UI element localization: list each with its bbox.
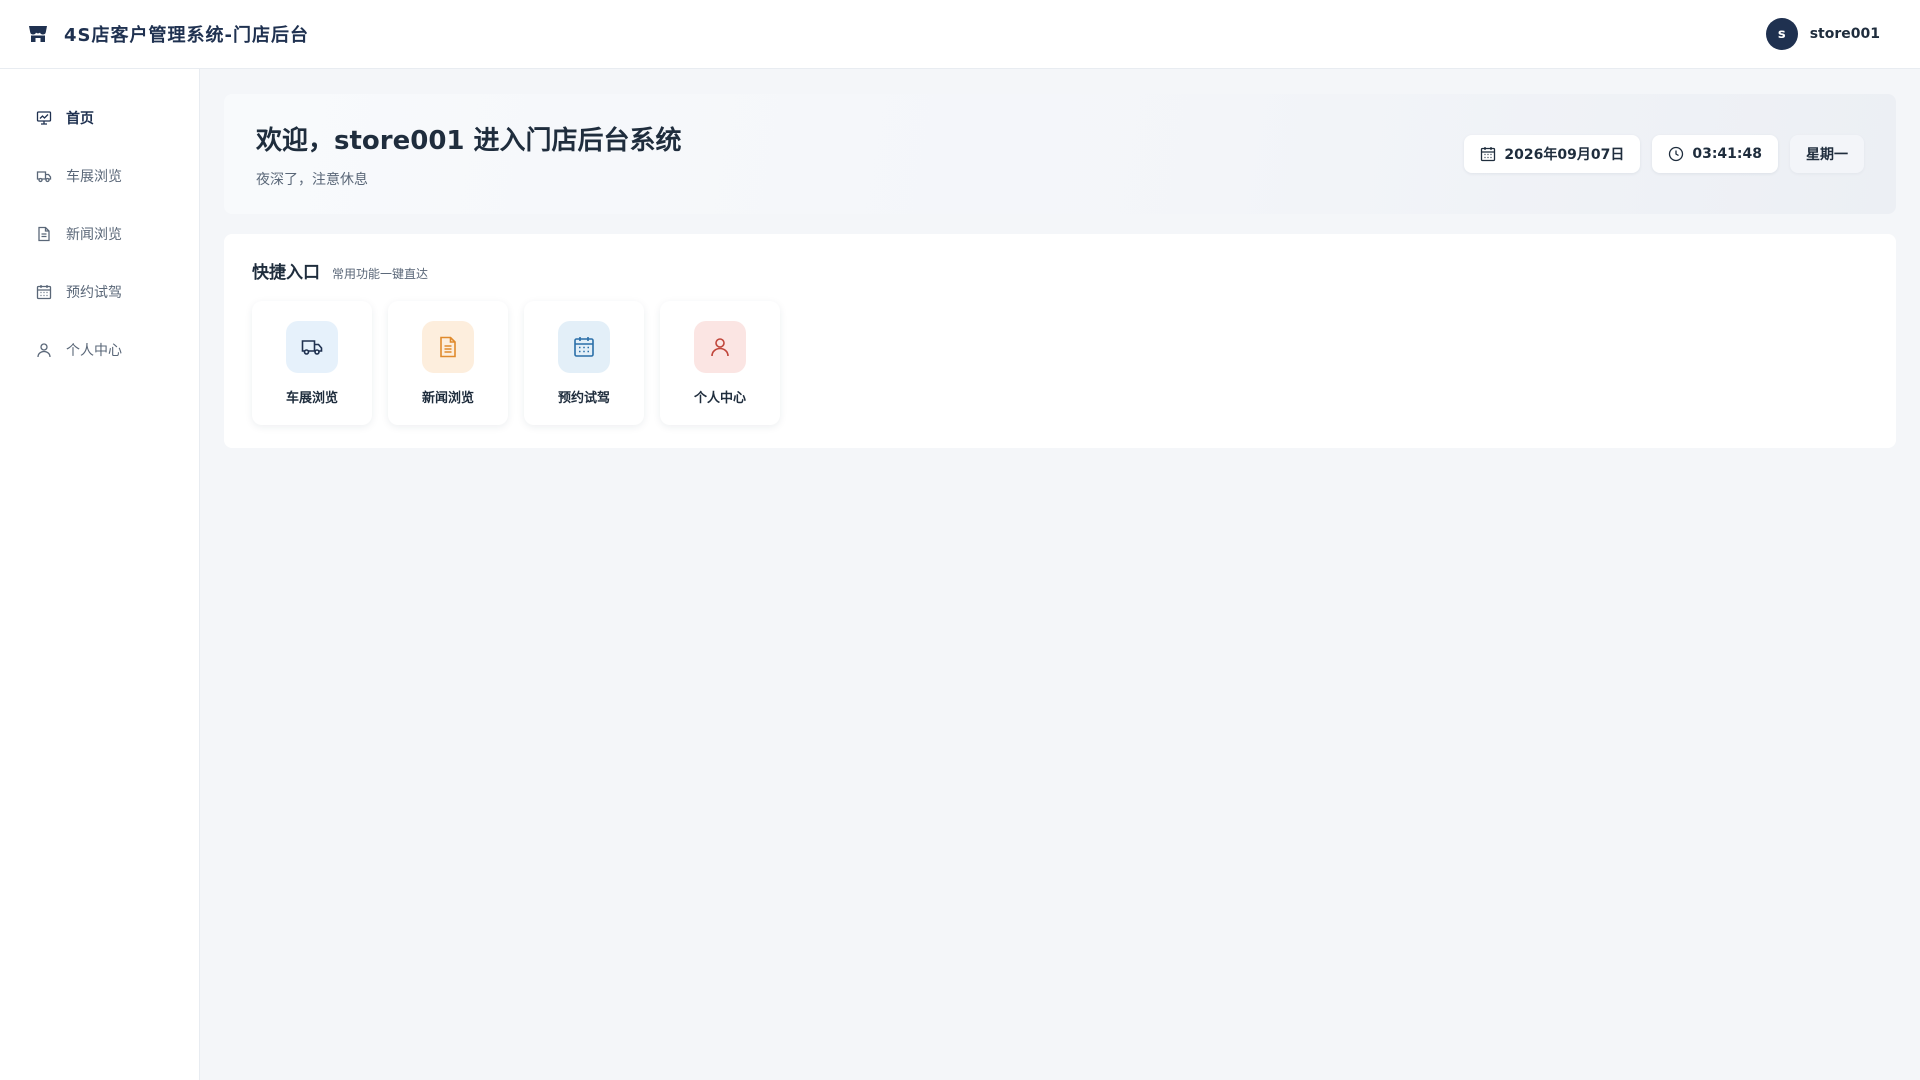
quick-access-title: 快捷入口 [252,263,320,283]
sidebar-item-label: 新闻浏览 [66,227,122,243]
top-bar: 4S店客户管理系统-门店后台 s store001 [0,0,1920,69]
quick-access-cards: 车展浏览 新闻浏览 预约试驾 个人中心 [252,301,1868,425]
quick-card-label: 预约试驾 [557,390,610,406]
date-text: 2026年09月07日 [1504,147,1625,163]
sidebar-item-label: 个人中心 [66,343,122,359]
sidebar-item-profile[interactable]: 个人中心 [0,321,199,379]
dashboard-icon [36,110,52,126]
sidebar-item-news[interactable]: 新闻浏览 [0,205,199,263]
quick-card-car-show[interactable]: 车展浏览 [252,301,372,425]
quick-card-test-drive[interactable]: 预约试驾 [524,301,644,425]
main-content: 欢迎，store001 进入门店后台系统 夜深了，注意休息 2026年09月07… [224,94,1896,448]
user-icon [694,320,746,373]
sidebar-item-label: 首页 [66,111,94,127]
store-icon [26,22,50,46]
document-icon [422,320,474,373]
username[interactable]: store001 [1810,26,1880,42]
datetime-chips: 2026年09月07日 03:41:48 星期一 [1464,135,1864,173]
date-chip: 2026年09月07日 [1464,135,1641,173]
quick-card-label: 个人中心 [693,390,746,406]
quick-access-subtitle: 常用功能一键直达 [332,267,429,281]
truck-icon [286,320,338,373]
calendar-icon [1480,146,1496,162]
user-menu[interactable]: s store001 [1765,18,1880,50]
truck-icon [36,168,52,184]
calendar-icon [36,284,52,300]
app-title: 4S店客户管理系统-门店后台 [64,25,309,46]
brand: 4S店客户管理系统-门店后台 [26,21,309,47]
document-icon [36,226,52,242]
clock-icon [1668,146,1684,162]
sidebar-item-home[interactable]: 首页 [0,89,199,147]
welcome-subtitle: 夜深了，注意休息 [256,171,368,188]
sidebar-item-car-show[interactable]: 车展浏览 [0,147,199,205]
time-chip: 03:41:48 [1652,135,1778,173]
user-icon [36,342,52,358]
sidebar-item-label: 车展浏览 [66,169,122,185]
quick-card-news[interactable]: 新闻浏览 [388,301,508,425]
quick-card-label: 车展浏览 [285,390,338,406]
avatar[interactable]: s [1765,18,1798,50]
quick-access-panel: 快捷入口 常用功能一键直达 车展浏览 新闻浏览 预约试驾 个人中心 [224,234,1896,448]
quick-card-profile[interactable]: 个人中心 [660,301,780,425]
sidebar-item-label: 预约试驾 [66,285,122,301]
time-text: 03:41:48 [1692,146,1762,162]
welcome-banner: 欢迎，store001 进入门店后台系统 夜深了，注意休息 2026年09月07… [224,94,1896,214]
sidebar-item-test-drive[interactable]: 预约试驾 [0,263,199,321]
welcome-title: 欢迎，store001 进入门店后台系统 [256,125,682,156]
weekday-text: 星期一 [1806,147,1848,163]
weekday-chip: 星期一 [1790,135,1864,173]
calendar-icon [558,320,610,373]
quick-card-label: 新闻浏览 [421,390,474,406]
sidebar: 首页 车展浏览 新闻浏览 预约试驾 个人中心 [0,69,200,1080]
